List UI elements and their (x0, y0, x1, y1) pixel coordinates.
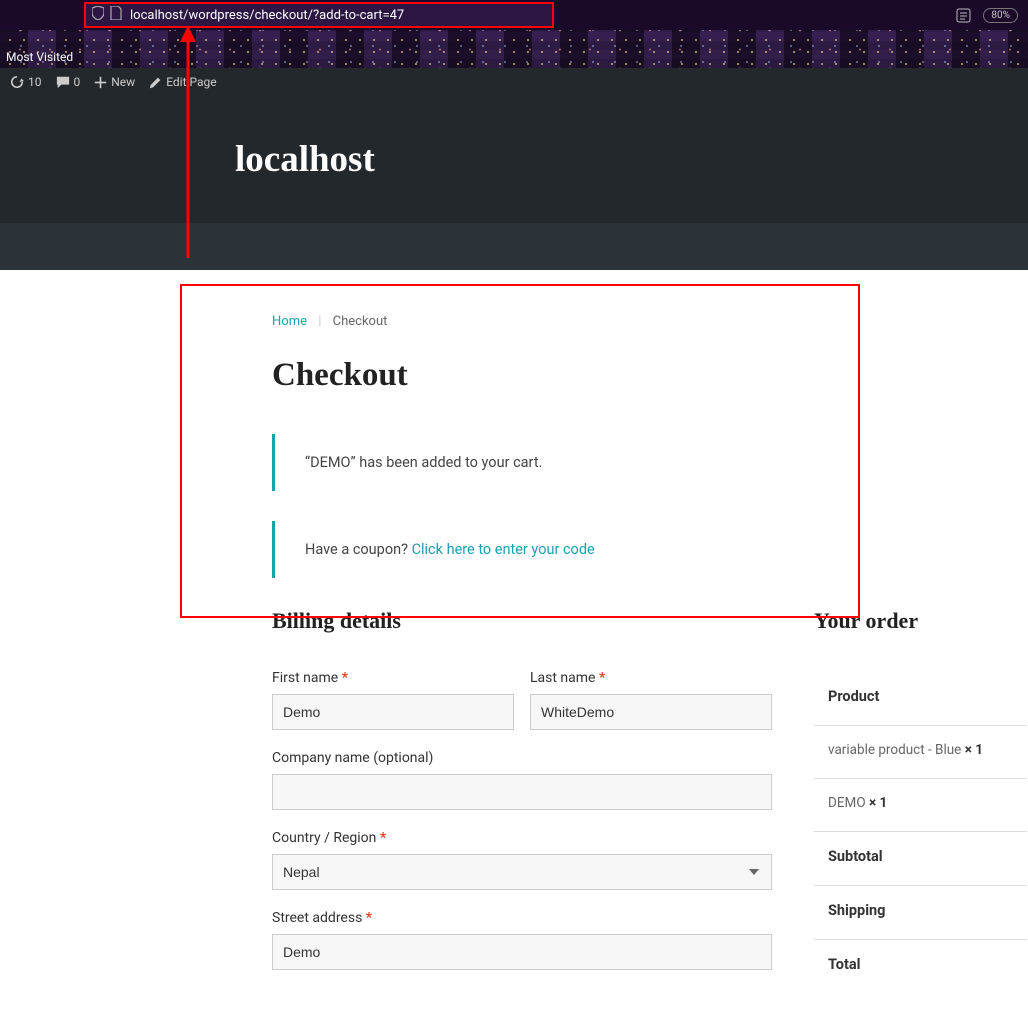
coupon-link[interactable]: Click here to enter your code (412, 541, 595, 558)
wp-updates[interactable]: 10 (10, 75, 42, 89)
order-item: variable product - Blue × 1 (814, 725, 1027, 778)
country-select[interactable]: Nepal (272, 854, 772, 890)
browser-theme-background (0, 30, 1028, 68)
order-heading: Your order (814, 608, 1027, 634)
shield-icon (92, 6, 104, 24)
url-box[interactable]: localhost/wordpress/checkout/?add-to-car… (84, 2, 554, 28)
breadcrumb-separator: | (318, 314, 321, 329)
reader-mode-icon[interactable] (956, 8, 971, 23)
street-field[interactable] (272, 934, 772, 970)
breadcrumb: Home | Checkout (272, 314, 1027, 329)
header-spacer (0, 223, 1028, 270)
annotation-arrow (178, 26, 198, 258)
order-item: DEMO × 1 (814, 778, 1027, 831)
site-header: localhost (0, 96, 1028, 223)
page-icon (110, 6, 122, 24)
most-visited-link[interactable]: Most Visited (6, 50, 73, 64)
breadcrumb-home[interactable]: Home (272, 314, 307, 329)
street-label: Street address * (272, 910, 772, 926)
site-title[interactable]: localhost (235, 138, 1028, 181)
wp-comments-count: 0 (74, 75, 81, 89)
cart-added-notice: “DEMO” has been added to your cart. (272, 434, 1027, 491)
wp-admin-bar: 10 0 New Edit Page (0, 68, 1028, 96)
browser-url-bar: localhost/wordpress/checkout/?add-to-car… (0, 0, 1028, 30)
order-total: Total (814, 939, 1027, 993)
page-title: Checkout (272, 357, 1027, 394)
order-table: Product variable product - Blue × 1 DEMO… (814, 670, 1027, 993)
country-label: Country / Region * (272, 830, 772, 846)
last-name-label: Last name * (530, 670, 772, 686)
order-shipping: Shipping (814, 885, 1027, 939)
billing-heading: Billing details (272, 608, 772, 634)
first-name-label: First name * (272, 670, 514, 686)
order-subtotal: Subtotal (814, 831, 1027, 885)
breadcrumb-current: Checkout (333, 314, 388, 329)
order-product-header: Product (814, 670, 1027, 725)
wp-comments[interactable]: 0 (56, 75, 81, 89)
notice-text: “DEMO” has been added to your cart. (305, 454, 542, 471)
wp-new[interactable]: New (94, 75, 135, 89)
content-area: Home | Checkout Checkout “DEMO” has been… (0, 270, 1028, 1023)
coupon-notice: Have a coupon? Click here to enter your … (272, 521, 1027, 578)
coupon-prompt: Have a coupon? (305, 541, 412, 558)
company-field[interactable] (272, 774, 772, 810)
first-name-field[interactable] (272, 694, 514, 730)
last-name-field[interactable] (530, 694, 772, 730)
wp-new-label: New (111, 75, 135, 89)
url-text: localhost/wordpress/checkout/?add-to-car… (128, 8, 404, 23)
wp-updates-count: 10 (28, 75, 42, 89)
company-label: Company name (optional) (272, 750, 772, 766)
zoom-badge[interactable]: 80% (983, 8, 1018, 23)
